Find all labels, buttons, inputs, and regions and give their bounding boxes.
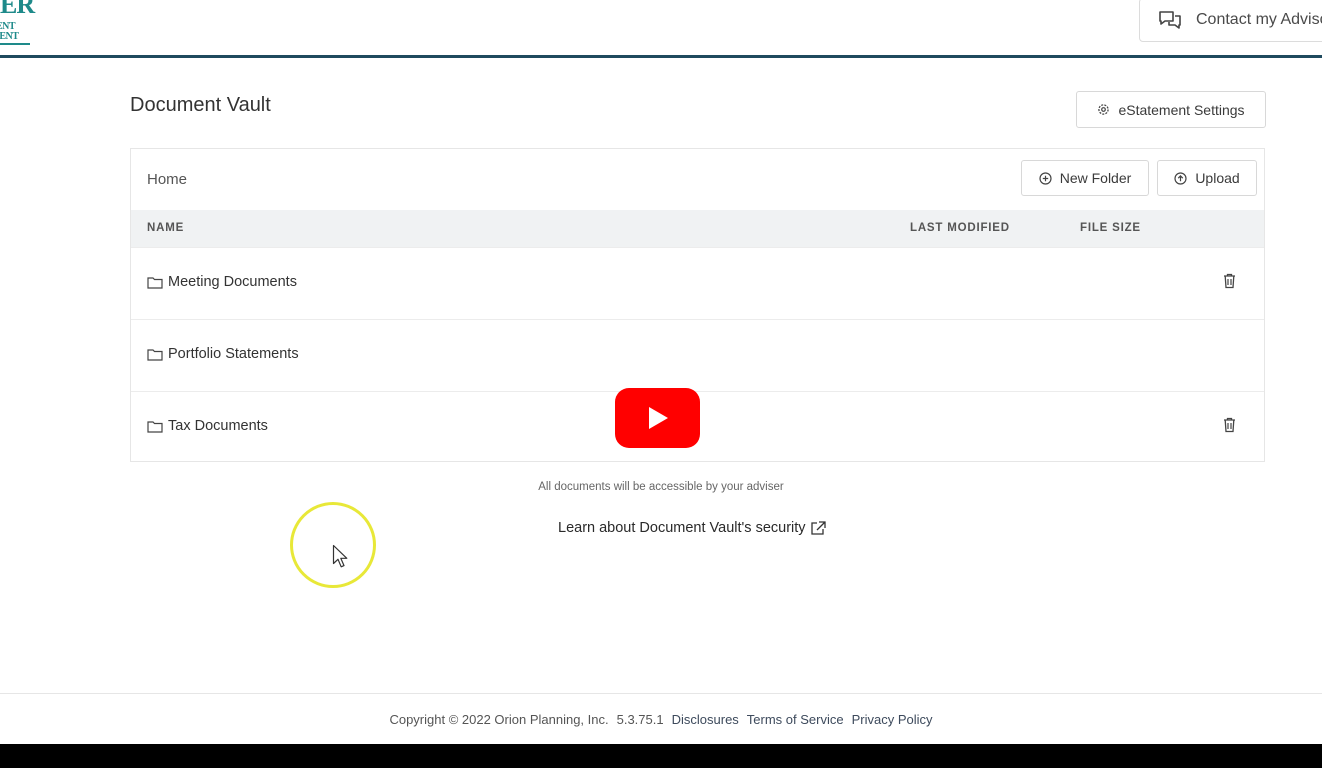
- logo-text-2: ENT: [0, 21, 16, 32]
- table-row[interactable]: Meeting Documents: [131, 247, 1264, 319]
- plus-circle-icon: [1039, 171, 1052, 185]
- upload-label: Upload: [1195, 170, 1240, 186]
- upload-button[interactable]: Upload: [1157, 160, 1257, 196]
- folder-link[interactable]: Tax Documents: [147, 418, 268, 434]
- footer-divider: [0, 693, 1322, 694]
- estatement-settings-label: eStatement Settings: [1118, 101, 1245, 118]
- folder-name: Portfolio Statements: [168, 346, 299, 362]
- security-link-label: Learn about Document Vault's security: [558, 520, 806, 536]
- top-header: ER ENT IENT Contact my Advisor: [0, 0, 1322, 56]
- folder-icon: [147, 348, 163, 361]
- new-folder-button[interactable]: New Folder: [1021, 160, 1149, 196]
- header-divider: [0, 55, 1322, 58]
- logo-text-1: ER: [0, 0, 35, 19]
- contact-advisor-label: Contact my Advisor: [1196, 11, 1322, 28]
- column-header-last-modified[interactable]: LAST MODIFIED: [910, 222, 1010, 234]
- trash-icon[interactable]: [1223, 417, 1236, 433]
- folder-link[interactable]: Portfolio Statements: [147, 346, 299, 362]
- adviser-access-note: All documents will be accessible by your…: [538, 481, 784, 493]
- folder-icon: [147, 276, 163, 289]
- folder-name: Tax Documents: [168, 418, 268, 434]
- breadcrumb-home[interactable]: Home: [147, 171, 187, 188]
- logo-text-3: IENT: [0, 31, 19, 42]
- disclosures-link[interactable]: Disclosures: [672, 712, 739, 727]
- table-row[interactable]: Portfolio Statements: [131, 319, 1264, 391]
- footer: Copyright © 2022 Orion Planning, Inc. 5.…: [0, 712, 1322, 727]
- chat-icon: [1159, 11, 1181, 29]
- terms-of-service-link[interactable]: Terms of Service: [747, 712, 844, 727]
- contact-advisor-button[interactable]: Contact my Advisor: [1139, 0, 1322, 42]
- column-header-file-size[interactable]: FILE SIZE: [1080, 222, 1141, 234]
- folder-link[interactable]: Meeting Documents: [147, 274, 297, 290]
- logo-rule: [0, 43, 30, 45]
- version-text: 5.3.75.1: [616, 712, 664, 727]
- page-title: Document Vault: [130, 94, 271, 116]
- copyright-text: Copyright © 2022 Orion Planning, Inc.: [389, 712, 609, 727]
- column-header-name[interactable]: NAME: [147, 222, 184, 234]
- security-link[interactable]: Learn about Document Vault's security: [558, 520, 826, 536]
- video-letterbox-bar: [0, 744, 1322, 768]
- play-icon[interactable]: [615, 388, 700, 448]
- new-folder-label: New Folder: [1059, 170, 1132, 186]
- upload-circle-icon: [1174, 171, 1187, 185]
- privacy-policy-link[interactable]: Privacy Policy: [852, 712, 933, 727]
- folder-name: Meeting Documents: [168, 274, 297, 290]
- external-link-icon: [810, 520, 826, 535]
- company-logo[interactable]: ER ENT IENT: [0, 0, 46, 52]
- table-header: NAME LAST MODIFIED FILE SIZE: [131, 210, 1264, 247]
- folder-icon: [147, 420, 163, 433]
- gear-icon: [1098, 104, 1110, 115]
- cursor-icon: [332, 544, 348, 568]
- trash-icon[interactable]: [1223, 273, 1236, 289]
- estatement-settings-button[interactable]: eStatement Settings: [1076, 91, 1266, 128]
